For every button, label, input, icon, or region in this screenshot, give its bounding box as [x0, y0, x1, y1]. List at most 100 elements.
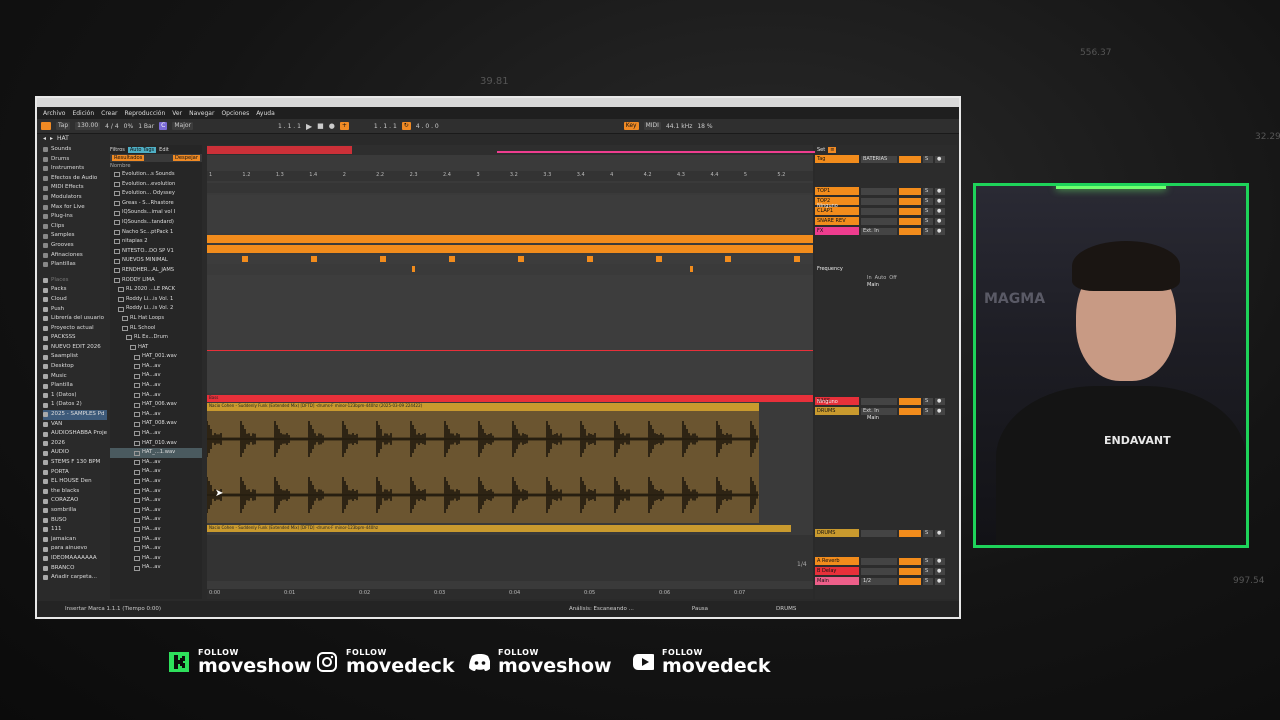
file-row[interactable]: HA...av [110, 487, 202, 497]
sidebar-place[interactable]: sombrilla [43, 506, 107, 516]
menu-edicion[interactable]: Edición [72, 110, 94, 117]
file-row[interactable]: HA...av [110, 458, 202, 468]
volume-field[interactable] [899, 529, 921, 537]
file-row[interactable]: HA...av [110, 535, 202, 545]
loop-icon[interactable]: ↻ [401, 122, 411, 130]
clap-clip[interactable] [380, 256, 386, 262]
track-routing[interactable] [861, 197, 897, 205]
mixer-track[interactable]: B Delay S ● [815, 567, 945, 575]
menu-archivo[interactable]: Archivo [43, 110, 65, 117]
sidebar-place[interactable]: Cloud [43, 295, 107, 305]
volume-field[interactable] [899, 207, 921, 215]
sidebar-place[interactable]: 1 (Datos) [43, 391, 107, 401]
sidebar-category[interactable]: Max for Live [43, 203, 107, 213]
frequency-label[interactable]: Frequency [817, 266, 843, 272]
mixer-track[interactable]: Main 1/2 S ● [815, 577, 945, 585]
clap-clip[interactable] [449, 256, 455, 262]
sidebar-place[interactable]: PORTA [43, 468, 107, 478]
midi-map-button[interactable]: MIDI [643, 122, 661, 130]
clip-snare-rev[interactable] [207, 265, 813, 273]
snare-clip[interactable] [412, 266, 415, 272]
sidebar-place[interactable]: jamaican [43, 535, 107, 545]
sidebar-place[interactable]: STEMS F 130 BPM [43, 458, 107, 468]
menu-ver[interactable]: Ver [172, 110, 182, 117]
sidebar-category[interactable]: Instruments [43, 164, 107, 174]
name-column-header[interactable]: Nombre [110, 162, 202, 170]
sidebar-place[interactable]: para ainuevo [43, 544, 107, 554]
sidebar-place[interactable]: NUEVO EDIT 2026 [43, 343, 107, 353]
track-name[interactable]: B Delay [815, 567, 859, 575]
sidebar-category[interactable]: Grooves [43, 241, 107, 251]
volume-field[interactable] [899, 557, 921, 565]
sidebar-place[interactable]: Desktop [43, 362, 107, 372]
volume-field[interactable] [899, 197, 921, 205]
file-row[interactable]: NITESTO...DO SP V1 [110, 247, 202, 257]
key-map-button[interactable]: Key [623, 122, 639, 130]
file-row[interactable]: HA...av [110, 544, 202, 554]
sidebar-place[interactable]: Proyecto actual [43, 324, 107, 334]
sidebar-place[interactable]: 2026 [43, 439, 107, 449]
solo-button[interactable]: S [923, 567, 933, 575]
snare-clip[interactable] [690, 266, 693, 272]
track-name[interactable]: DRUMS [815, 529, 859, 537]
file-row[interactable]: HA...av [110, 429, 202, 439]
sidebar-place[interactable]: Librería del usuario [43, 314, 107, 324]
track-routing[interactable]: 1/2 [861, 577, 897, 585]
track-routing[interactable]: Ext. In [861, 227, 897, 235]
arm-button[interactable]: ● [935, 407, 945, 415]
volume-field[interactable] [899, 407, 921, 415]
file-row[interactable]: Evolution... Odyssey [110, 189, 202, 199]
mixer-track[interactable]: TOP1 S ● [815, 187, 945, 195]
clap-clip[interactable] [725, 256, 731, 262]
solo-button[interactable]: S [923, 407, 933, 415]
track-name[interactable]: TOP1 [815, 187, 859, 195]
arm-button[interactable]: ● [935, 529, 945, 537]
sidebar-place[interactable]: 111 [43, 525, 107, 535]
file-row[interactable]: NUEVOS MINIMAL [110, 256, 202, 266]
sidebar-place[interactable]: the blacks [43, 487, 107, 497]
file-row[interactable]: HAT [110, 343, 202, 353]
back-icon[interactable]: ◂ [43, 135, 46, 142]
search-input[interactable]: HAT [57, 135, 69, 142]
social-discord[interactable]: FOLLOW moveshow [468, 648, 612, 676]
arm-button[interactable]: ● [935, 557, 945, 565]
clap-clip[interactable] [794, 256, 800, 262]
arm-button[interactable]: ● [935, 155, 945, 163]
sidebar-place[interactable]: Plantilla [43, 381, 107, 391]
menu-reproduccion[interactable]: Reproducción [125, 110, 166, 117]
sidebar-category[interactable]: Efectos de Audio [43, 174, 107, 184]
clap-clip[interactable] [242, 256, 248, 262]
track-routing[interactable] [861, 207, 897, 215]
arm-button[interactable]: ● [935, 217, 945, 225]
file-row[interactable]: nitapias 2 [110, 237, 202, 247]
file-row[interactable]: RL 2020 ...LE PACK [110, 285, 202, 295]
track-name[interactable]: SNARE REV [815, 217, 859, 225]
file-row[interactable]: HAT_001.wav [110, 352, 202, 362]
file-row[interactable]: Evolution...s Sounds [110, 170, 202, 180]
solo-button[interactable]: S [923, 155, 933, 163]
sidebar-place[interactable]: CORAZAO [43, 496, 107, 506]
solo-button[interactable]: S [923, 577, 933, 585]
loop-length[interactable]: 4 . 0 . 0 [416, 123, 439, 130]
track-name[interactable]: Tag [815, 155, 859, 163]
sidebar-place[interactable]: Push [43, 305, 107, 315]
mixer-track[interactable]: FX Ext. In S ● [815, 227, 945, 235]
solo-button[interactable]: S [923, 397, 933, 405]
sidebar-place[interactable]: IDEOMAAAAAAA [43, 554, 107, 564]
file-row[interactable]: RL School [110, 324, 202, 334]
auto-tags-button[interactable]: Auto Tags [127, 146, 157, 153]
file-row[interactable]: HA...av [110, 496, 202, 506]
file-row[interactable]: HA...av [110, 391, 202, 401]
link-icon[interactable] [41, 122, 51, 130]
track-lane[interactable] [207, 195, 813, 233]
track-routing[interactable]: BATERIAS [861, 155, 897, 163]
track-routing[interactable] [861, 187, 897, 195]
file-row[interactable]: HA...av [110, 506, 202, 516]
track-routing[interactable] [861, 567, 897, 575]
file-row[interactable]: HAT_...1.wav [110, 448, 202, 458]
sidebar-place[interactable]: EL HOUSE Den [43, 477, 107, 487]
loop-start[interactable]: 1 . 1 . 1 [374, 123, 397, 130]
song-position[interactable]: 1 . 1 . 1 [278, 123, 301, 130]
beat-ruler[interactable]: 1 1.2 1.3 1.4 2 2.2 2.3 2.4 3 3.2 3.3 3.4 4 4.2 4.3 4.4… [207, 171, 813, 181]
solo-button[interactable]: S [923, 187, 933, 195]
